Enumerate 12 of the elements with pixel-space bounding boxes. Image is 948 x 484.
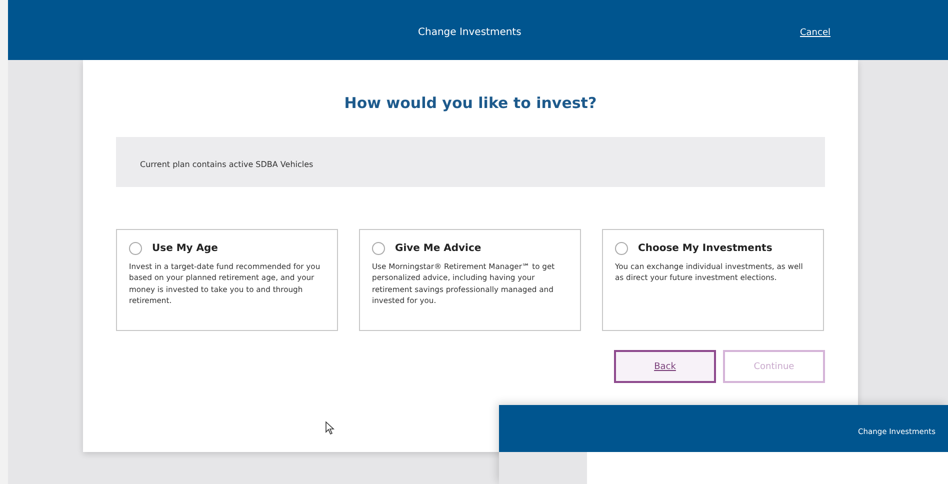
radio-button[interactable] bbox=[615, 242, 628, 255]
notice-text: Current plan contains active SDBA Vehicles bbox=[140, 160, 314, 169]
heading: How would you like to invest? bbox=[343, 94, 598, 112]
radio-button[interactable] bbox=[372, 242, 385, 255]
option-title: Choose My Investments bbox=[638, 243, 772, 254]
option-title: Give Me Advice bbox=[395, 243, 482, 254]
radio-button[interactable] bbox=[129, 242, 142, 255]
back-button[interactable]: Back bbox=[614, 350, 716, 383]
cursor-icon bbox=[325, 421, 335, 435]
cancel-link[interactable]: Cancel bbox=[800, 28, 830, 38]
page-title: Change Investments bbox=[418, 27, 522, 38]
option-title: Use My Age bbox=[152, 243, 218, 254]
